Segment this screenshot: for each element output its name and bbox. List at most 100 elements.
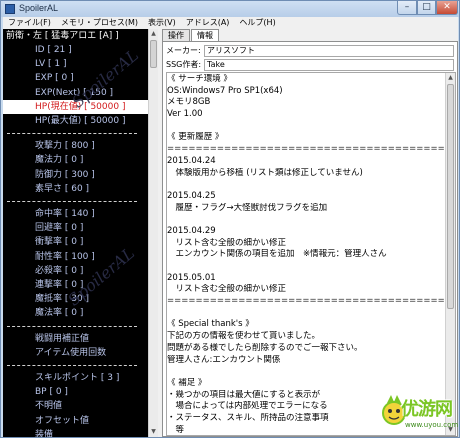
info-text-line: 《 Special thank's 》 [167,319,254,330]
group-divider [7,133,137,135]
menu-file[interactable]: ファイル(F) [3,17,56,29]
stat-label: 回避率 [ 0 ] [35,223,84,234]
group-divider [7,201,137,202]
info-text-line: 体験版用から移植 (リスト類は修正していません) [167,167,363,178]
app-icon [5,4,15,14]
logo-url: www.uyou.com [405,421,459,429]
info-text-line [167,261,445,273]
maximize-button[interactable]: □ [417,1,436,15]
menu-address[interactable]: アドレス(A) [181,17,235,29]
menu-view[interactable]: 表示(V) [143,17,181,29]
stats-scrollbar[interactable]: ▲ ▼ [148,29,158,437]
info-text-line: 《 サーチ環境 》 [167,74,232,84]
stat-label: 魔法力 [ 0 ] [35,155,84,166]
stat-row[interactable]: HP(最大値) [ 50000 ] [3,114,148,128]
info-text-line: 2015.04.29 [167,225,216,236]
stat-row[interactable]: オフセット値 [3,414,148,428]
site-logo: 优游网 www.uyou.com [379,385,460,437]
maker-field[interactable]: アリスソフト [204,45,454,57]
info-text-line: ========================================… [167,144,445,155]
stat-label: BP [ 0 ] [35,387,68,398]
stat-row[interactable]: BP [ 0 ] [3,385,148,399]
stat-row[interactable]: 装備 [3,428,148,437]
info-text-line: 2015.05.01 [167,272,216,283]
info-text-line: エンカウント関係の項目を追加 ※情報元：管理人さん [167,249,387,260]
info-panel: 操作 情報 メーカー: アリスソフト SSG作者: Take 《 サーチ環境 》… [160,29,458,437]
scroll-thumb[interactable] [447,84,454,309]
stat-row[interactable]: アイテム使用回数 [3,346,148,360]
stat-label: オフセット値 [35,415,90,426]
stat-label: 防御力 [ 300 ] [35,169,95,180]
info-text-line: 問題がある様でしたら削除するのでご一報下さい。 [167,342,363,353]
info-text-line: ========================================… [167,296,445,307]
minimize-button[interactable]: – [397,1,417,15]
scroll-thumb[interactable] [150,40,157,68]
menu-help[interactable]: ヘルプ(H) [234,17,280,29]
info-text-line: 2015.04.25 [167,190,216,201]
stat-label: 命中率 [ 140 ] [35,209,95,219]
stat-label: 戦闘用補正値 [35,333,90,344]
info-textarea[interactable]: 《 サーチ環境 》 OS:Windows7 Pro SP1(x64) メモリ8GB V… [166,72,456,436]
group-divider [7,325,137,327]
menu-bar: ファイル(F) メモリ・プロセス(M) 表示(V) アドレス(A) ヘルプ(H) [3,17,458,29]
menu-memory-process[interactable]: メモリ・プロセス(M) [56,17,143,29]
stat-row[interactable]: 攻撃力 [ 800 ] [3,139,148,153]
stat-label: HP(最大値) [ 50000 ] [35,116,126,126]
info-text-line: リスト含む全般の細かい修正 [167,237,287,248]
stat-row[interactable]: 魔法力 [ 0 ] [3,153,148,167]
stat-row[interactable]: 不明値 [3,399,148,413]
info-text-line: メモリ8GB [167,97,211,108]
info-text-line: OS:Windows7 Pro SP1(x64) [167,85,283,96]
info-text-line: Ver 1.00 [167,109,203,120]
ssg-author-label: SSG作者: [166,60,202,69]
tree-header[interactable]: 前衛・左 [ 猛毒アロエ [A] ] [6,30,119,42]
info-text-line [167,179,445,191]
scroll-up-icon[interactable]: ▲ [149,29,158,39]
window-title: SpoilerAL [19,3,59,13]
info-text: 《 サーチ環境 》 OS:Windows7 Pro SP1(x64) メモリ8GB V… [167,74,445,435]
title-bar[interactable]: SpoilerAL – □ ✕ [1,1,459,17]
app-window: SpoilerAL – □ ✕ ファイル(F) メモリ・プロセス(M) 表示(V… [0,0,460,438]
info-text-line: 2015.04.24 [167,155,216,166]
stat-row[interactable]: スキルポイント [ 3 ] [3,371,148,385]
logo-text: 优游网 [401,399,453,420]
info-text-line [167,308,445,320]
info-text-line: 履歴・フラグ→大怪獣討伐フラグを追加 [167,202,328,213]
stat-label: 不明値 [35,401,63,412]
stats-tree[interactable]: 前衛・左 [ 猛毒アロエ [A] ] ID [ 21 ] LV [ 1 ] EXP … [3,29,148,437]
tab-strip: 操作 情報 [162,29,220,41]
info-text-line: 管理人さん:エンカウント関係 [167,354,281,365]
stat-row[interactable]: 命中率 [ 140 ] [3,207,148,221]
stat-label: 装備 [35,429,54,437]
stat-row[interactable]: EXP [ 0 ] [3,71,148,85]
ssg-author-field[interactable]: Take [204,59,454,71]
stat-label: スキルポイント [ 3 ] [35,373,120,383]
tab-operation[interactable]: 操作 [162,29,190,41]
scroll-up-icon[interactable]: ▲ [446,73,455,83]
tab-content: メーカー: アリスソフト SSG作者: Take 《 サーチ環境 》 OS:Win… [162,41,458,437]
stat-label: ID [ 21 ] [35,45,72,55]
scroll-down-icon[interactable]: ▼ [149,427,158,437]
stat-label: 耐性率 [ 100 ] [35,251,95,262]
info-text-line: 《 更新履歴 》 [167,132,224,143]
stat-row[interactable]: 素早さ [ 60 ] [3,182,148,196]
stat-label: EXP [ 0 ] [35,73,74,84]
client-area: 前衛・左 [ 猛毒アロエ [A] ] ID [ 21 ] LV [ 1 ] EXP … [3,29,458,437]
info-text-line: リスト含む全般の細かい修正 [167,284,287,295]
info-text-line [167,366,445,378]
info-text-line [167,214,445,226]
stat-row[interactable]: 防御力 [ 300 ] [3,168,148,182]
stat-label: アイテム使用回数 [35,347,107,358]
tab-info[interactable]: 情報 [191,29,219,41]
stat-label: LV [ 1 ] [35,59,67,70]
stat-row[interactable]: 回避率 [ 0 ] [3,221,148,235]
close-button[interactable]: ✕ [436,1,458,15]
stat-label: 攻撃力 [ 800 ] [35,141,95,152]
info-scrollbar[interactable]: ▲ ▼ [445,73,455,435]
stat-label: 必殺率 [ 0 ] [35,265,84,276]
group-divider [7,365,137,366]
info-text-line [167,121,445,133]
stat-row[interactable]: 戦闘用補正値 [3,332,148,346]
stat-label: 衝撃率 [ 0 ] [35,237,84,248]
info-text-line: 下記の方の情報を使わせて貰いました。 [167,331,321,342]
